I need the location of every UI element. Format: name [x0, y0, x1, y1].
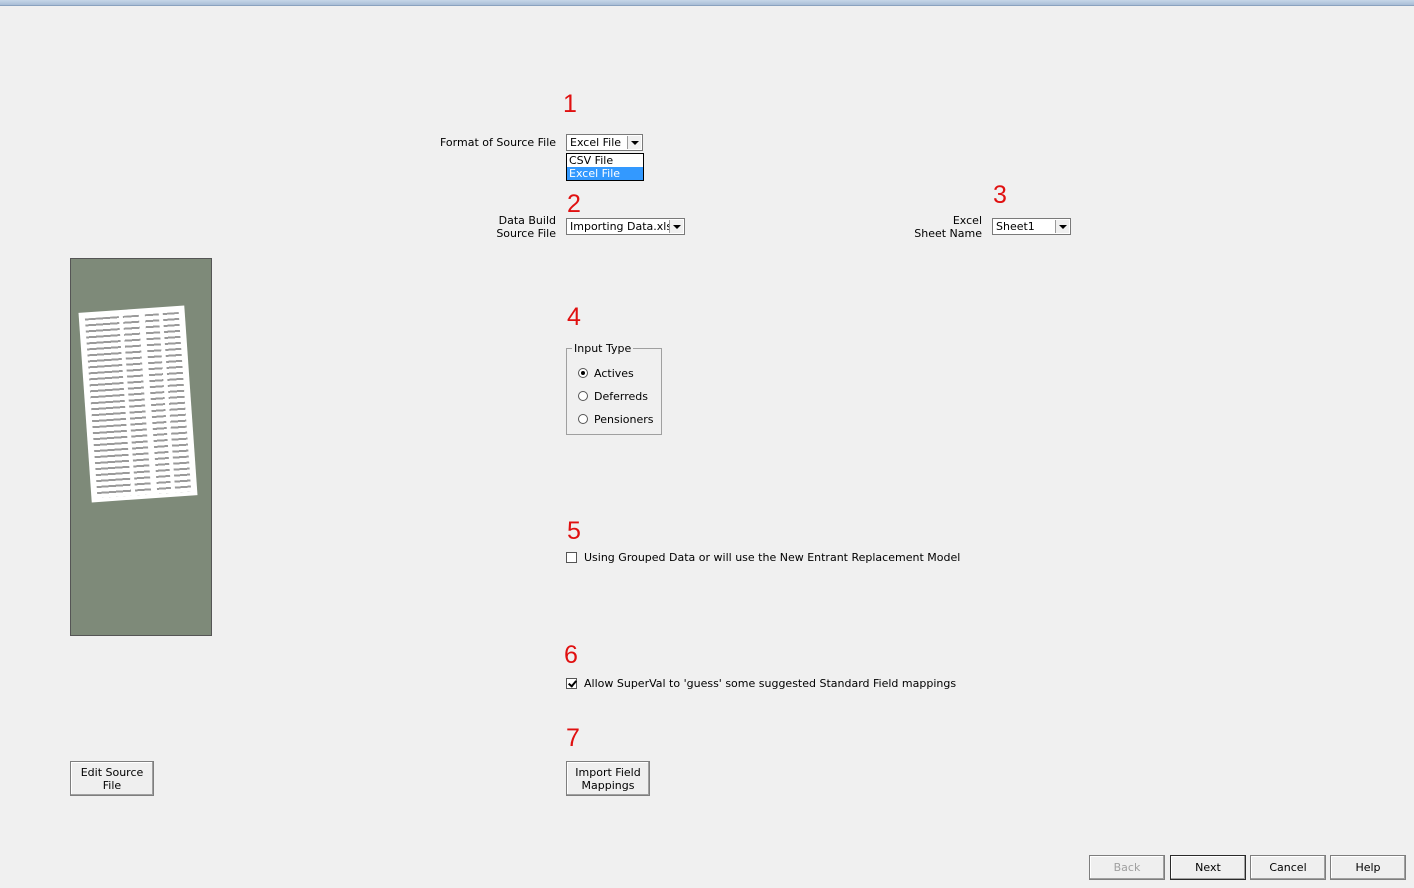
- grouped-data-checkbox[interactable]: [566, 552, 577, 563]
- radio-deferreds[interactable]: [578, 391, 588, 401]
- step-number-1: 1: [563, 90, 577, 118]
- format-select-value: Excel File: [570, 136, 622, 149]
- import-mappings-line2: Mappings: [581, 778, 635, 792]
- source-label-line1: Data Build: [498, 214, 556, 227]
- chevron-down-icon[interactable]: [669, 220, 683, 233]
- source-label: Data Build Source File: [480, 214, 556, 240]
- guess-mappings-checkbox[interactable]: [566, 678, 577, 689]
- edit-source-file-button[interactable]: Edit Source File: [70, 761, 154, 796]
- format-option-excel[interactable]: Excel File: [567, 167, 643, 180]
- edit-source-line1: Edit Source: [80, 765, 144, 779]
- cancel-button[interactable]: Cancel: [1250, 855, 1326, 880]
- grouped-data-label[interactable]: Using Grouped Data or will use the New E…: [584, 551, 960, 564]
- source-file-preview: [70, 258, 212, 636]
- step-number-5: 5: [567, 517, 581, 545]
- format-label: Format of Source File: [440, 136, 557, 149]
- source-label-line2: Source File: [496, 227, 556, 240]
- sheet-label-line2: Sheet Name: [914, 227, 982, 240]
- window-top-border: [0, 0, 1414, 6]
- sheet-label: Excel Sheet Name: [900, 214, 982, 240]
- format-option-csv[interactable]: CSV File: [567, 154, 643, 167]
- radio-pensioners-label[interactable]: Pensioners: [594, 413, 654, 426]
- input-type-legend: Input Type: [572, 342, 634, 355]
- back-button[interactable]: Back: [1089, 855, 1165, 880]
- step-number-6: 6: [564, 641, 578, 669]
- radio-actives-label[interactable]: Actives: [594, 367, 634, 380]
- sheet-name-select[interactable]: Sheet1: [992, 218, 1071, 235]
- help-button[interactable]: Help: [1330, 855, 1406, 880]
- step-number-7: 7: [566, 724, 580, 752]
- edit-source-line2: File: [102, 778, 122, 792]
- chevron-down-icon[interactable]: [1055, 220, 1069, 233]
- radio-actives[interactable]: [578, 368, 588, 378]
- radio-pensioners[interactable]: [578, 414, 588, 424]
- step-number-2: 2: [567, 190, 581, 218]
- guess-mappings-label[interactable]: Allow SuperVal to 'guess' some suggested…: [584, 677, 956, 690]
- import-mappings-line1: Import Field: [575, 765, 641, 779]
- sheet-name-value: Sheet1: [996, 220, 1035, 233]
- step-number-3: 3: [993, 181, 1007, 209]
- chevron-down-icon[interactable]: [627, 136, 641, 149]
- step-number-4: 4: [567, 303, 581, 331]
- spreadsheet-thumbnail-image: [78, 305, 198, 503]
- radio-deferreds-label[interactable]: Deferreds: [594, 390, 648, 403]
- import-field-mappings-button[interactable]: Import Field Mappings: [566, 761, 650, 796]
- source-file-select[interactable]: Importing Data.xlsx: [566, 218, 685, 235]
- format-select[interactable]: Excel File: [566, 134, 643, 151]
- sheet-label-line1: Excel: [952, 214, 982, 227]
- next-button[interactable]: Next: [1170, 855, 1246, 880]
- source-file-value: Importing Data.xlsx: [570, 220, 679, 233]
- format-dropdown-list: CSV File Excel File: [566, 153, 644, 181]
